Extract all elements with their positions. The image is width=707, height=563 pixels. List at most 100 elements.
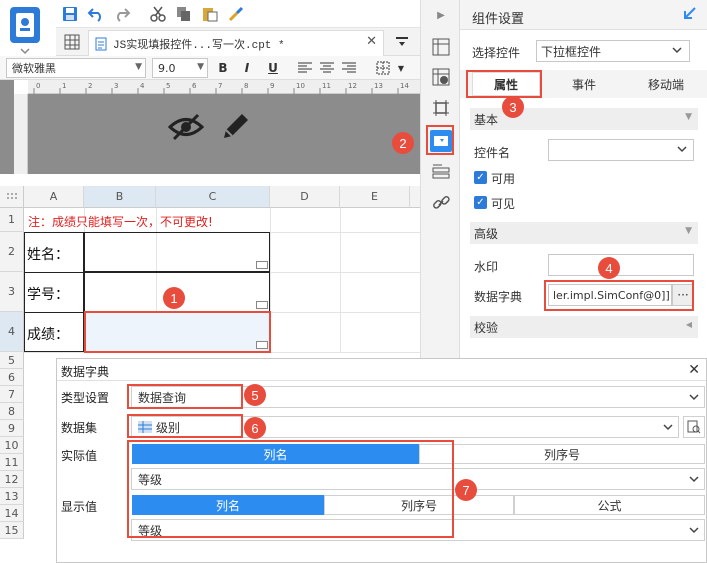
widget-type-value: 下拉框控件 (541, 44, 602, 59)
row-header[interactable]: 11 (0, 454, 24, 471)
save-icon[interactable] (60, 4, 80, 24)
horizontal-ruler: 0 1 2 3 4 5 6 7 8 9 10 11 12 13 14 (28, 80, 420, 94)
dataset-preview-button[interactable] (683, 416, 705, 438)
section-basic-title: 基本 (474, 112, 499, 127)
align-center-icon[interactable] (318, 59, 336, 77)
cut-icon[interactable] (148, 4, 168, 24)
chevron-down-icon: ▼ (685, 226, 692, 236)
row-header[interactable]: 9 (0, 420, 24, 437)
app-logo[interactable] (4, 4, 46, 56)
actual-value-label: 实际值 (61, 449, 98, 463)
align-right-icon[interactable] (340, 59, 358, 77)
condition-attribute-icon[interactable] (430, 162, 452, 184)
eye-hidden-icon[interactable] (167, 112, 205, 145)
section-advanced[interactable]: 高级 ▼ (470, 222, 698, 244)
column-header-c[interactable]: C (156, 186, 270, 208)
font-size-select[interactable]: 9.0 ▼ (152, 58, 208, 78)
border-icon[interactable] (374, 59, 392, 77)
cell-info-icon[interactable] (430, 66, 452, 88)
tab-menu-icon[interactable] (392, 32, 412, 52)
redo-icon[interactable] (112, 4, 132, 24)
column-header-b[interactable]: B (84, 186, 156, 208)
chevron-down-icon: ▼ (135, 62, 142, 72)
section-validate-title: 校验 (474, 320, 499, 335)
panel-title: 组件设置 (472, 12, 525, 27)
widget-name-input[interactable] (548, 139, 694, 161)
row-header[interactable]: 7 (0, 386, 24, 403)
annotation-box-1 (84, 311, 271, 353)
name-input-cell[interactable] (84, 232, 270, 272)
select-all-corner[interactable] (0, 186, 24, 208)
section-validate[interactable]: 校验 ◀ (470, 316, 698, 338)
warning-note: 注：成绩只能填写一次，不可更改! (28, 215, 213, 229)
edit-pencil-icon[interactable] (220, 110, 250, 145)
row-header[interactable]: 8 (0, 403, 24, 420)
cell-attribute-icon[interactable] (430, 36, 452, 58)
watermark-label: 水印 (474, 260, 499, 274)
row-header[interactable]: 13 (0, 488, 24, 505)
widget-type-select[interactable]: 下拉框控件 (536, 40, 690, 62)
row-header[interactable]: 1 (0, 208, 24, 232)
tab-mobile[interactable]: 移动端 (630, 72, 702, 96)
collapse-panel-icon[interactable]: ▶ (430, 4, 452, 26)
row-header[interactable]: 6 (0, 369, 24, 386)
cpt-file-icon (95, 37, 107, 50)
column-header-f[interactable] (410, 186, 420, 208)
display-tab-formula[interactable]: 公式 (514, 495, 705, 515)
name-label: 姓名： (27, 247, 69, 263)
column-header-a[interactable]: A (24, 186, 84, 208)
ruler-corner (0, 80, 14, 174)
panel-header: 组件设置 (460, 0, 707, 30)
align-left-icon[interactable] (296, 59, 314, 77)
row-header[interactable]: 5 (0, 352, 24, 369)
annotation-badge-7: 7 (455, 479, 477, 501)
row-header[interactable]: 2 (0, 232, 24, 272)
ruler-tick-label: 9 (270, 82, 274, 90)
float-element-icon[interactable] (430, 97, 452, 119)
vertical-ruler (14, 94, 28, 174)
ruler-tick-label: 7 (218, 82, 222, 90)
row-header[interactable]: 15 (0, 522, 24, 539)
file-tab[interactable]: JS实现填报控件...写一次.cpt * ✕ (88, 30, 384, 56)
ruler-tick-label: 2 (88, 82, 92, 90)
chevron-down-icon (688, 391, 700, 406)
actual-tab-column-index[interactable]: 列序号 (419, 444, 705, 464)
row-header[interactable]: 14 (0, 505, 24, 522)
copy-icon[interactable] (174, 4, 194, 24)
grid-icon[interactable] (62, 32, 82, 52)
annotation-badge-4: 4 (598, 257, 620, 279)
minimize-arrow-icon[interactable] (683, 6, 697, 23)
visible-checkbox[interactable]: ✓ (474, 196, 487, 209)
format-brush-icon[interactable] (226, 4, 246, 24)
row-header[interactable]: 3 (0, 272, 24, 312)
grid-line (340, 208, 341, 352)
font-family-select[interactable]: 微软雅黑 ▼ (6, 58, 146, 78)
main-toolbar (56, 0, 420, 28)
close-icon[interactable]: ✕ (688, 362, 700, 378)
underline-button[interactable]: U (264, 59, 282, 77)
enabled-checkbox[interactable]: ✓ (474, 171, 487, 184)
dialog-title: 数据字典 (61, 365, 110, 379)
select-widget-label: 选择控件 (472, 46, 521, 60)
tab-events[interactable]: 事件 (552, 72, 616, 96)
ruler-tick-label: 10 (296, 82, 305, 90)
ruler-tick-label: 14 (400, 82, 409, 90)
undo-icon[interactable] (86, 4, 106, 24)
column-header-e[interactable]: E (340, 186, 410, 208)
row-header[interactable]: 12 (0, 471, 24, 488)
chevron-down-icon[interactable]: ▼ (392, 59, 410, 77)
widget-preview-area (28, 94, 420, 174)
row-header[interactable]: 4 (0, 312, 24, 352)
hyperlink-icon[interactable] (430, 192, 452, 214)
ruler-tick-label: 0 (36, 82, 40, 90)
paste-icon[interactable] (200, 4, 220, 24)
watermark-input[interactable] (548, 254, 694, 276)
enabled-label: 可用 (491, 172, 516, 186)
close-tab-icon[interactable]: ✕ (366, 34, 377, 49)
italic-button[interactable]: I (238, 59, 256, 77)
ruler-tick-label: 6 (192, 82, 197, 90)
bold-button[interactable]: B (214, 59, 232, 77)
row-header[interactable]: 10 (0, 437, 24, 454)
column-header-d[interactable]: D (270, 186, 340, 208)
grid-line (24, 272, 84, 273)
